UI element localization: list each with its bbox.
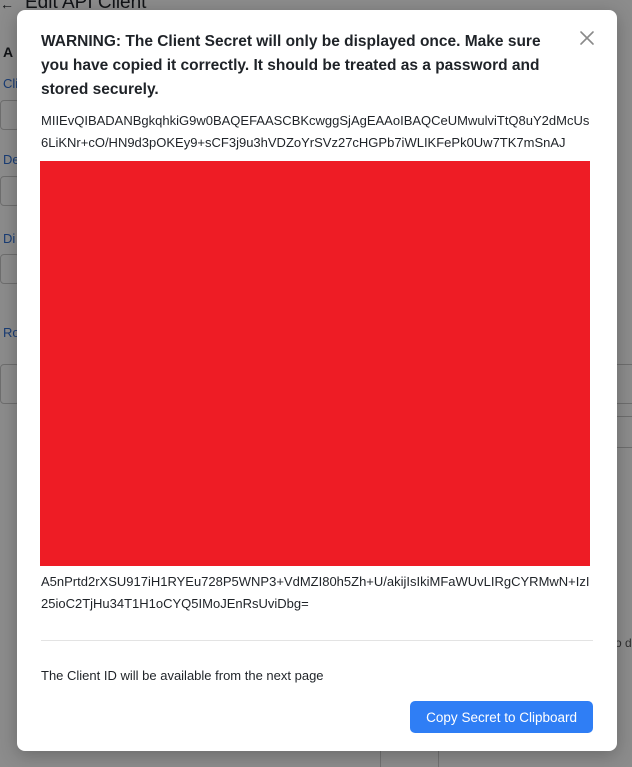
warning-message: WARNING: The Client Secret will only be … <box>41 33 541 98</box>
divider <box>41 640 593 641</box>
copy-secret-button[interactable]: Copy Secret to Clipboard <box>410 701 593 733</box>
client-secret-tail: A5nPrtd2rXSU917iH1RYEu728P5WNP3+VdMZI80h… <box>41 574 590 611</box>
close-icon[interactable] <box>575 26 599 50</box>
client-secret-modal: WARNING: The Client Secret will only be … <box>17 10 617 751</box>
client-secret-head: MIIEvQIBADANBgkqhkiG9w0BAQEFAASCBKcwggSj… <box>41 113 590 150</box>
client-id-note: The Client ID will be available from the… <box>41 668 324 683</box>
redaction-block <box>40 161 590 566</box>
